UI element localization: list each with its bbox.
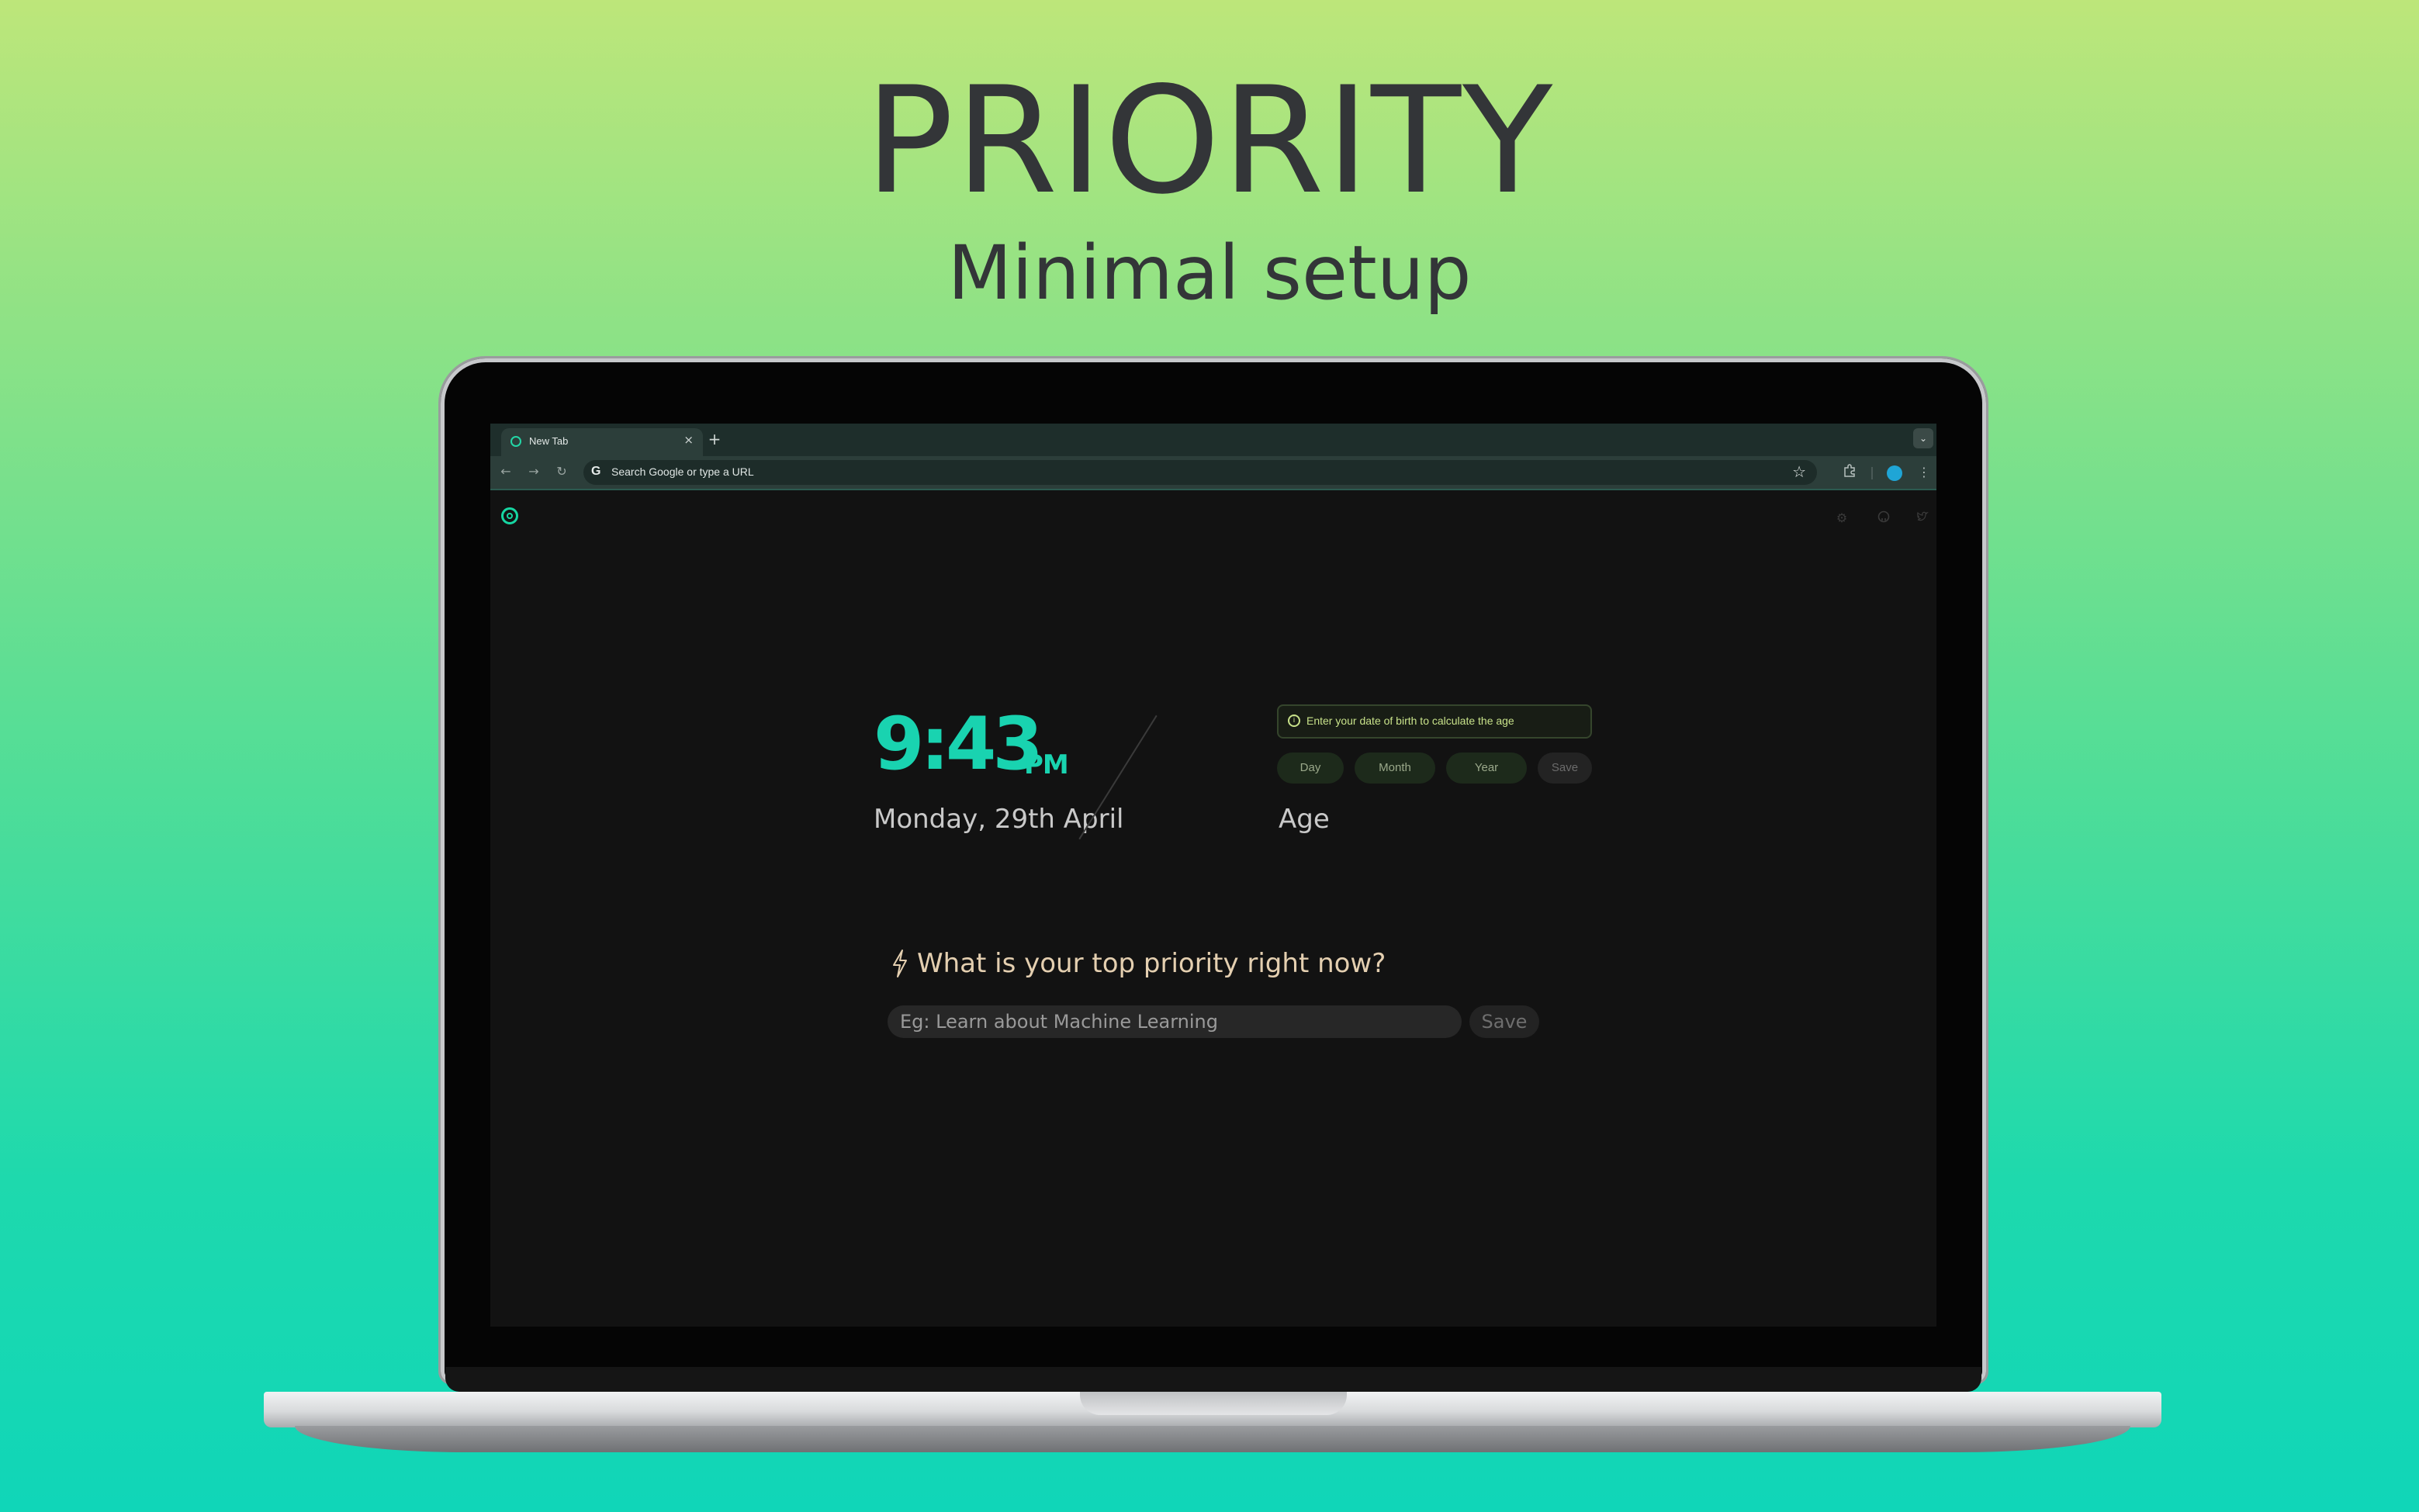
age-save-button[interactable]: Save [1538,753,1592,784]
info-icon: i [1288,714,1300,727]
age-info-text: Enter your date of birth to calculate th… [1306,714,1514,727]
laptop-notch [1080,1392,1347,1415]
clock-date: Monday, 29th April [874,804,1124,835]
tab-favicon-icon [510,436,521,447]
age-info-banner: i Enter your date of birth to calculate … [1277,704,1592,739]
forward-arrow-icon[interactable]: → [524,462,543,481]
twitter-icon[interactable] [1915,510,1930,526]
new-tab-button[interactable]: + [703,427,726,451]
settings-icon[interactable]: ⚙ [1834,510,1850,526]
hero-subtitle: Minimal setup [947,230,1472,317]
year-button[interactable]: Year [1446,753,1527,784]
priority-logo-icon[interactable] [501,507,518,524]
back-arrow-icon[interactable]: ← [497,462,515,481]
puzzle-icon[interactable] [1840,463,1859,482]
star-icon[interactable]: ☆ [1792,462,1806,481]
github-icon[interactable] [1876,510,1891,526]
tab-new-tab[interactable]: New Tab × [501,428,703,456]
age-label: Age [1279,804,1330,835]
laptop-base-lip [295,1426,2130,1452]
clock-ampm: PM [1024,749,1069,780]
browser-window: New Tab × + ⌄ ← → ↻ G Search Google or t… [490,424,1936,1327]
tab-bar: New Tab × + ⌄ [490,424,1936,456]
hero-title: PRIORITY [864,55,1555,227]
laptop-hinge [445,1367,1981,1392]
address-bar-placeholder: Search Google or type a URL [611,465,754,478]
google-icon: G [591,465,601,478]
day-button[interactable]: Day [1277,753,1344,784]
clock-time: 9:43 [874,702,1043,787]
priority-input[interactable] [888,1005,1462,1038]
browser-toolbar: ← → ↻ G Search Google or type a URL ☆ ⋮ [490,456,1936,489]
month-button[interactable]: Month [1355,753,1435,784]
priority-save-button[interactable]: Save [1469,1005,1539,1038]
lightning-icon [893,950,907,977]
kebab-menu-icon[interactable]: ⋮ [1915,463,1933,482]
toolbar-divider [490,489,1936,490]
priority-question: What is your top priority right now? [917,948,1386,979]
address-bar[interactable]: G Search Google or type a URL ☆ [583,460,1817,485]
reload-icon[interactable]: ↻ [552,462,571,481]
tab-close-icon[interactable]: × [683,433,694,447]
chevron-down-icon[interactable]: ⌄ [1913,428,1933,448]
toolbar-separator [1871,467,1873,479]
profile-avatar[interactable] [1887,465,1902,481]
tab-title: New Tab [529,435,569,447]
